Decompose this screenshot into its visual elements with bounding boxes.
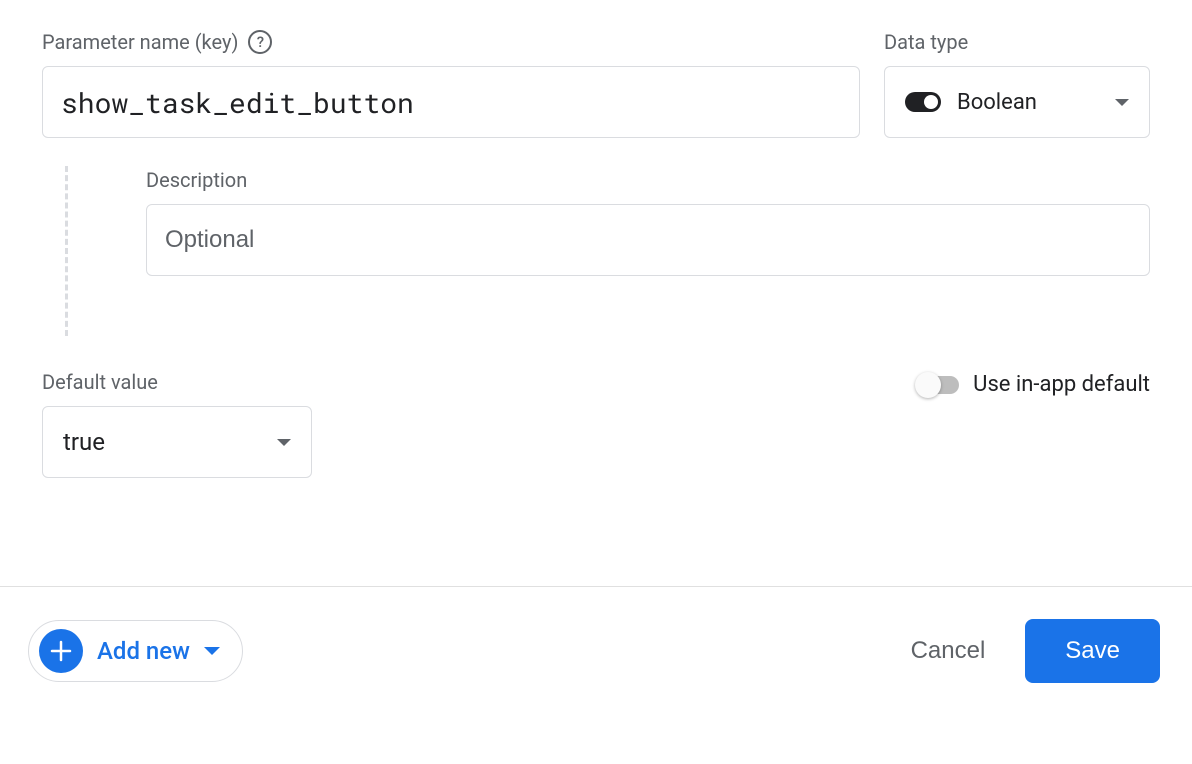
default-value-select[interactable]: true (42, 406, 312, 478)
parameter-name-label-text: Parameter name (key) (42, 30, 238, 54)
data-type-value: Boolean (957, 90, 1099, 115)
cancel-button[interactable]: Cancel (911, 637, 986, 665)
data-type-label: Data type (884, 30, 1150, 54)
plus-icon (39, 629, 83, 673)
default-value-text: true (63, 428, 277, 456)
chevron-down-icon (204, 647, 220, 655)
default-value-label: Default value (42, 370, 312, 394)
use-inapp-default-label: Use in-app default (973, 372, 1150, 397)
data-type-select[interactable]: Boolean (884, 66, 1150, 138)
save-button[interactable]: Save (1025, 619, 1160, 683)
parameter-name-input[interactable] (42, 66, 860, 138)
tree-connector (42, 158, 90, 336)
help-icon[interactable]: ? (248, 30, 272, 54)
add-new-label: Add new (97, 637, 190, 665)
parameter-name-label: Parameter name (key) ? (42, 30, 860, 54)
use-inapp-default-toggle[interactable] (917, 376, 959, 394)
chevron-down-icon (1115, 99, 1129, 106)
chevron-down-icon (277, 439, 291, 446)
boolean-icon (905, 92, 941, 112)
add-new-button[interactable]: Add new (28, 620, 243, 682)
description-label: Description (146, 168, 1150, 192)
description-input[interactable] (146, 204, 1150, 276)
